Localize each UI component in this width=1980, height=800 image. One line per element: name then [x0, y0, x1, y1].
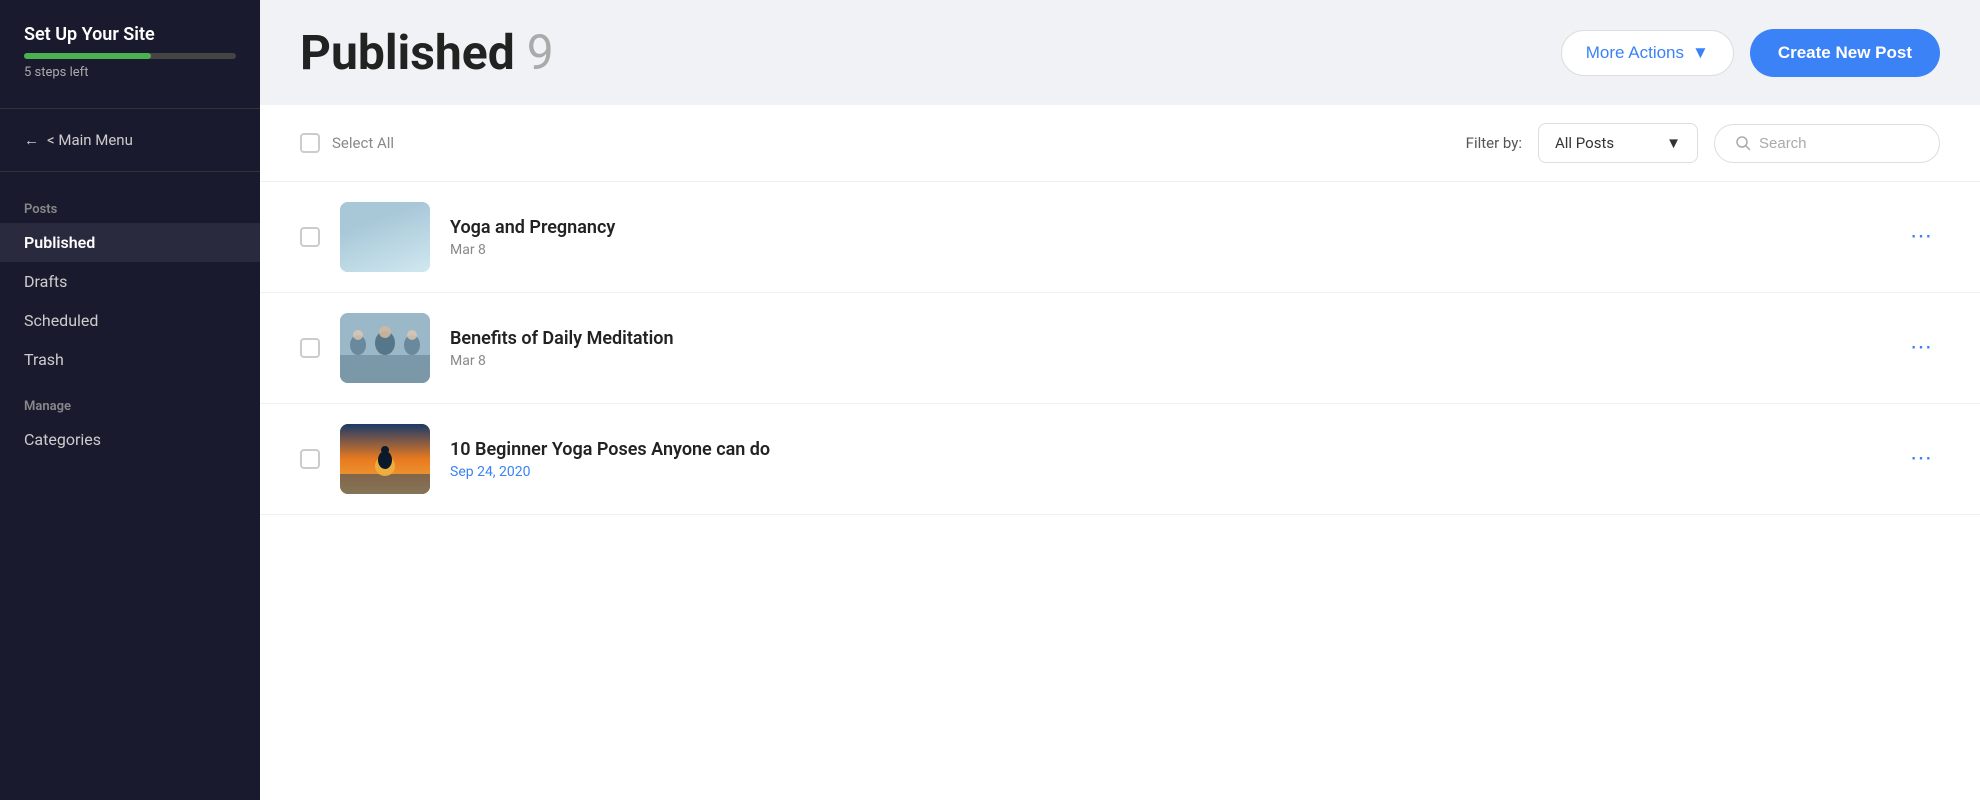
thumbnail-yoga-pregnancy	[340, 202, 430, 272]
content-area: Select All Filter by: All Posts ▼	[260, 105, 1980, 800]
main-content: Published 9 More Actions ▼ Create New Po…	[260, 0, 1980, 800]
sidebar-item-categories[interactable]: Categories	[0, 420, 260, 459]
page-title-text: Published	[300, 24, 515, 81]
filter-chevron-icon: ▼	[1666, 134, 1681, 152]
filter-option-label: All Posts	[1555, 134, 1614, 152]
post-title: 10 Beginner Yoga Poses Anyone can do	[450, 439, 1882, 460]
sidebar-header: Set Up Your Site 5 steps left	[0, 0, 260, 96]
table-row: Benefits of Daily Meditation Mar 8 ⋯	[260, 293, 1980, 404]
table-row: 10 Beginner Yoga Poses Anyone can do Sep…	[260, 404, 1980, 515]
main-menu-link[interactable]: ← < Main Menu	[0, 121, 260, 159]
post-more-options-button[interactable]: ⋯	[1902, 222, 1940, 252]
filter-by-label: Filter by:	[1466, 134, 1522, 152]
thumbnail-meditation	[340, 313, 430, 383]
post-thumbnail	[340, 313, 430, 383]
post-list: Yoga and Pregnancy Mar 8 ⋯	[260, 182, 1980, 515]
progress-bar-fill	[24, 53, 151, 59]
sidebar: Set Up Your Site 5 steps left ← < Main M…	[0, 0, 260, 800]
filter-select[interactable]: All Posts ▼	[1538, 123, 1698, 163]
create-post-label: Create New Post	[1778, 43, 1912, 62]
sidebar-item-drafts[interactable]: Drafts	[0, 262, 260, 301]
post-more-options-button[interactable]: ⋯	[1902, 444, 1940, 474]
post-more-options-button[interactable]: ⋯	[1902, 333, 1940, 363]
back-icon: ←	[24, 131, 39, 149]
post-info: Benefits of Daily Meditation Mar 8	[450, 328, 1882, 369]
sidebar-item-published[interactable]: Published	[0, 223, 260, 262]
sidebar-item-scheduled[interactable]: Scheduled	[0, 301, 260, 340]
sidebar-setup-title: Set Up Your Site	[24, 24, 236, 45]
post-info: Yoga and Pregnancy Mar 8	[450, 217, 1882, 258]
page-title: Published 9	[300, 24, 554, 81]
post-checkbox[interactable]	[300, 227, 320, 247]
more-actions-button[interactable]: More Actions ▼	[1561, 30, 1734, 76]
steps-left-label: 5 steps left	[24, 65, 236, 80]
posts-section-label: Posts	[0, 184, 260, 223]
post-date: Mar 8	[450, 353, 1882, 369]
post-title: Yoga and Pregnancy	[450, 217, 1882, 238]
select-all-container: Select All	[300, 133, 394, 153]
select-all-checkbox[interactable]	[300, 133, 320, 153]
search-input[interactable]	[1759, 135, 1919, 152]
manage-section-label: Manage	[0, 379, 260, 420]
post-title: Benefits of Daily Meditation	[450, 328, 1882, 349]
page-title-count: 9	[527, 24, 554, 81]
post-date: Sep 24, 2020	[450, 464, 1882, 480]
search-icon	[1735, 135, 1751, 151]
topbar-actions: More Actions ▼ Create New Post	[1561, 29, 1940, 77]
create-post-button[interactable]: Create New Post	[1750, 29, 1940, 77]
sidebar-item-trash[interactable]: Trash	[0, 340, 260, 379]
filter-right: Filter by: All Posts ▼	[1466, 123, 1940, 163]
select-all-label[interactable]: Select All	[332, 134, 394, 152]
more-actions-label: More Actions	[1586, 43, 1684, 63]
thumbnail-beginner-yoga	[340, 424, 430, 494]
table-row: Yoga and Pregnancy Mar 8 ⋯	[260, 182, 1980, 293]
progress-bar-background	[24, 53, 236, 59]
post-checkbox[interactable]	[300, 449, 320, 469]
topbar: Published 9 More Actions ▼ Create New Po…	[260, 0, 1980, 105]
post-info: 10 Beginner Yoga Poses Anyone can do Sep…	[450, 439, 1882, 480]
post-date: Mar 8	[450, 242, 1882, 258]
search-input-container	[1714, 124, 1940, 163]
sidebar-divider-top	[0, 108, 260, 109]
chevron-down-icon: ▼	[1692, 43, 1709, 63]
sidebar-divider-mid	[0, 171, 260, 172]
filter-bar: Select All Filter by: All Posts ▼	[260, 105, 1980, 182]
post-thumbnail	[340, 202, 430, 272]
post-checkbox[interactable]	[300, 338, 320, 358]
main-menu-label: < Main Menu	[47, 131, 133, 149]
post-thumbnail	[340, 424, 430, 494]
